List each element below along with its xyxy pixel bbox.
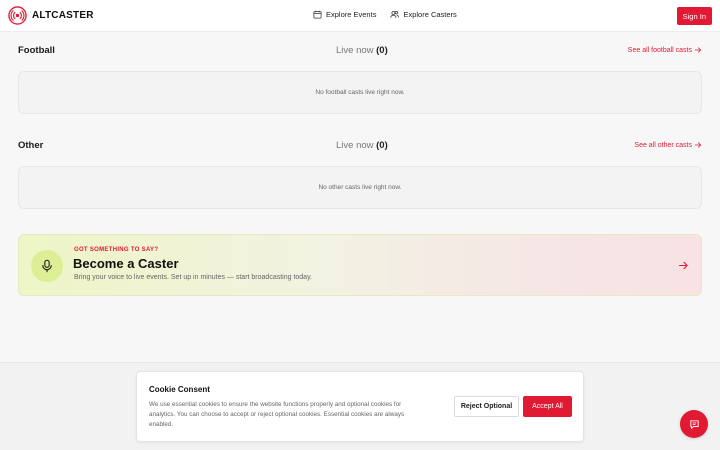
empty-state-text: No football casts live right now.	[315, 89, 405, 96]
become-caster-banner[interactable]: GOT SOMETHING TO SAY? Become a Caster Br…	[18, 234, 702, 296]
arrow-right-icon	[694, 47, 702, 53]
nav-explore-casters[interactable]: Explore Casters	[390, 10, 457, 19]
calendar-icon	[313, 10, 322, 19]
main-nav: Explore Events Explore Casters	[313, 10, 457, 19]
arrow-right-icon[interactable]	[678, 260, 689, 271]
live-now-label: Live now	[336, 140, 374, 151]
chat-icon	[689, 419, 699, 429]
cookie-title: Cookie Consent	[149, 385, 210, 394]
logo[interactable]: ALTCASTER	[8, 6, 94, 25]
live-now-counter: Live now (0)	[336, 140, 388, 151]
live-now-counter: Live now (0)	[336, 45, 388, 56]
page: ALTCASTER Explore Events Explore Casters…	[0, 0, 720, 450]
chat-button[interactable]	[680, 410, 708, 438]
brand-name: ALTCASTER	[32, 10, 94, 21]
section-header-football: Football Live now (0) See all football c…	[18, 44, 702, 58]
see-all-other-link[interactable]: See all other casts	[634, 141, 702, 149]
microphone-icon	[42, 259, 52, 273]
users-icon	[390, 11, 400, 18]
microphone-badge	[31, 250, 63, 282]
football-empty-state: No football casts live right now.	[18, 71, 702, 114]
cookie-description: We use essential cookies to ensure the w…	[149, 401, 405, 428]
promo-title: Become a Caster	[73, 256, 179, 271]
see-all-label: See all football casts	[627, 46, 692, 54]
broadcast-logo-icon	[8, 6, 27, 25]
section-header-other: Other Live now (0) See all other casts	[18, 139, 702, 153]
section-title: Other	[18, 140, 44, 151]
promo-description: Bring your voice to live events. Set up …	[74, 274, 312, 281]
see-all-football-link[interactable]: See all football casts	[628, 46, 702, 54]
nav-explore-events-label: Explore Events	[326, 10, 377, 19]
nav-explore-events[interactable]: Explore Events	[313, 10, 376, 19]
promo-kicker: GOT SOMETHING TO SAY?	[74, 247, 159, 253]
live-now-count: (0)	[376, 45, 388, 56]
arrow-right-icon	[694, 142, 702, 148]
top-header: ALTCASTER Explore Events Explore Casters…	[0, 0, 720, 32]
reject-optional-button[interactable]: Reject Optional	[454, 396, 519, 417]
live-now-label: Live now	[336, 45, 374, 56]
cookie-consent-dialog: Cookie Consent We use essential cookies …	[136, 371, 584, 442]
see-all-label: See all other casts	[634, 141, 692, 149]
accept-all-button[interactable]: Accept All	[523, 396, 572, 417]
other-empty-state: No other casts live right now.	[18, 166, 702, 209]
nav-explore-casters-label: Explore Casters	[403, 10, 457, 19]
section-title: Football	[18, 45, 55, 56]
live-now-count: (0)	[376, 140, 388, 151]
empty-state-text: No other casts live right now.	[318, 184, 402, 191]
sign-in-button[interactable]: Sign In	[676, 7, 712, 25]
